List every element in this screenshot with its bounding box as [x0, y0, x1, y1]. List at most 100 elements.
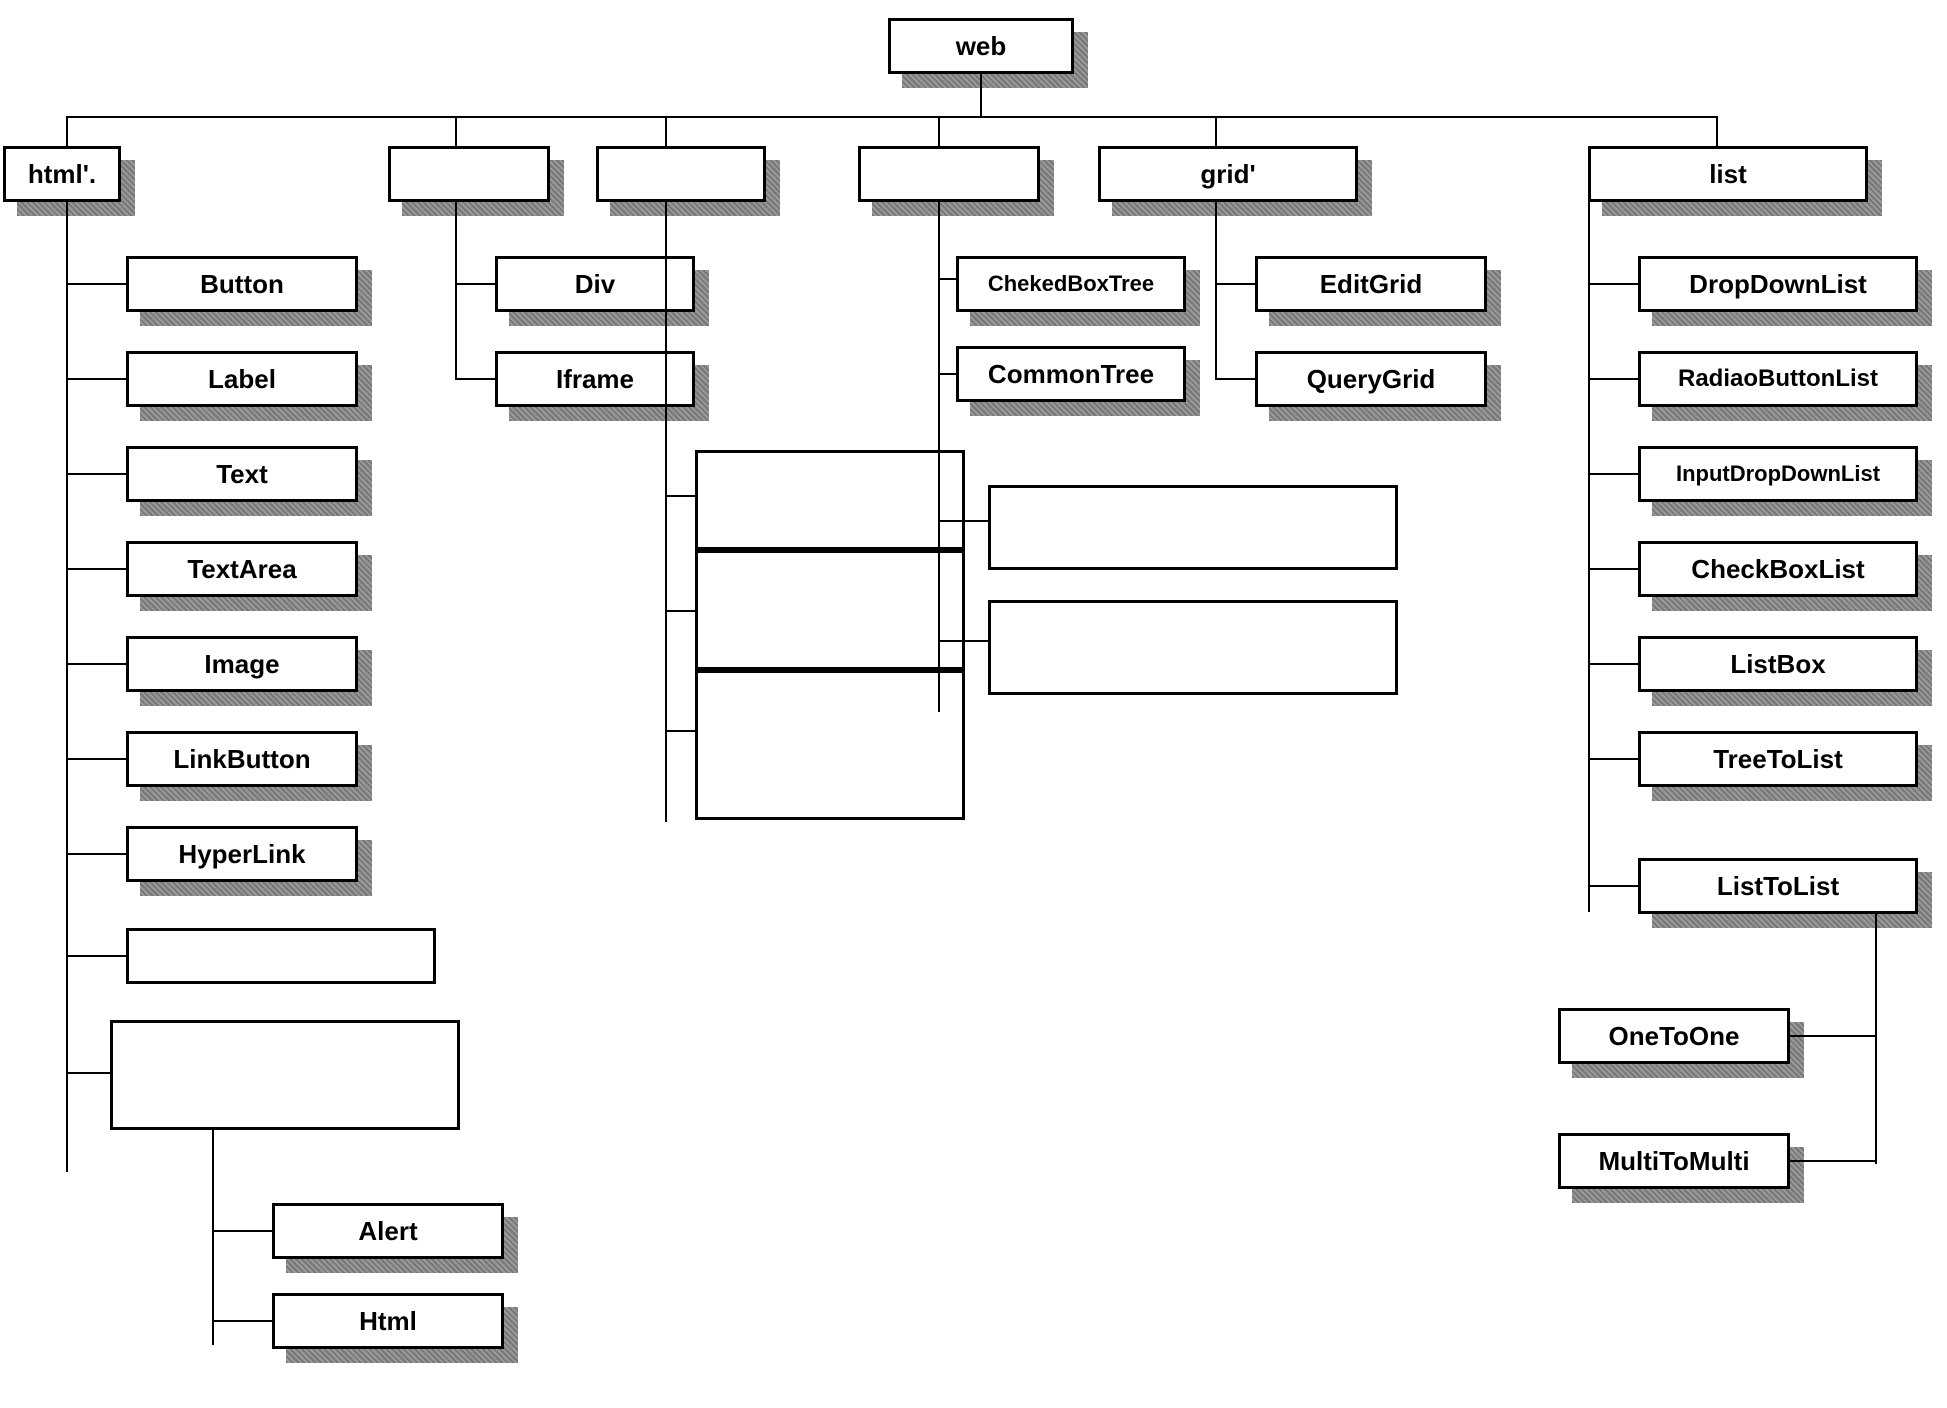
node-hyperlink: HyperLink: [126, 826, 358, 882]
label: Label: [208, 365, 276, 394]
label: CommonTree: [988, 360, 1154, 389]
connector: [665, 202, 667, 822]
connector: [66, 473, 126, 475]
connector: [938, 116, 940, 146]
connector: [66, 283, 126, 285]
node-editgrid: EditGrid: [1255, 256, 1487, 312]
node-blank2: [110, 1020, 460, 1130]
connector: [1588, 758, 1638, 760]
connector: [1790, 1035, 1876, 1037]
node-button: Button: [126, 256, 358, 312]
node-alert: Alert: [272, 1203, 504, 1259]
label: LinkButton: [173, 745, 310, 774]
node-cat3-row1: [695, 450, 965, 550]
label: HyperLink: [178, 840, 305, 869]
connector: [1716, 116, 1718, 146]
label: EditGrid: [1320, 270, 1423, 299]
node-cat4-blank1: [988, 485, 1398, 570]
connector: [1588, 568, 1638, 570]
node-linkbutton: LinkButton: [126, 731, 358, 787]
connector: [665, 116, 667, 146]
label: RadiaoButtonList: [1678, 366, 1878, 392]
node-grid: grid': [1098, 146, 1358, 202]
connector: [1875, 914, 1877, 1164]
connector: [665, 495, 695, 497]
label: Image: [204, 650, 279, 679]
node-html-label: html'.: [28, 160, 96, 189]
label: Html: [359, 1307, 417, 1336]
node-textarea: TextArea: [126, 541, 358, 597]
connector: [455, 116, 457, 146]
label: InputDropDownList: [1676, 462, 1880, 486]
connector: [665, 610, 695, 612]
connector: [980, 74, 982, 116]
connector: [938, 640, 988, 642]
connector: [66, 116, 1716, 118]
connector: [66, 663, 126, 665]
connector: [1588, 885, 1638, 887]
node-cat4: [858, 146, 1040, 202]
node-cat2: [388, 146, 550, 202]
connector: [66, 568, 126, 570]
label: DropDownList: [1689, 270, 1867, 299]
connector: [1790, 1160, 1876, 1162]
label: Div: [575, 270, 615, 299]
connector: [1588, 378, 1638, 380]
label: CheckBoxList: [1691, 555, 1864, 584]
connector: [66, 853, 126, 855]
node-grid-label: grid': [1200, 160, 1255, 189]
connector: [938, 373, 958, 375]
node-checkboxlist: CheckBoxList: [1638, 541, 1918, 597]
node-cat3-row3: [695, 670, 965, 820]
connector: [455, 202, 457, 378]
connector: [66, 378, 126, 380]
node-html-child: Html: [272, 1293, 504, 1349]
node-commontree: CommonTree: [956, 346, 1186, 402]
connector: [1588, 663, 1638, 665]
connector: [1588, 283, 1638, 285]
label: Text: [216, 460, 268, 489]
label: OneToOne: [1609, 1022, 1740, 1051]
connector: [1215, 202, 1217, 378]
connector: [212, 1130, 214, 1345]
label: Button: [200, 270, 284, 299]
node-list-label: list: [1709, 160, 1747, 189]
node-treetolist: TreeToList: [1638, 731, 1918, 787]
connector: [455, 283, 495, 285]
node-root: web: [888, 18, 1074, 74]
node-listbox: ListBox: [1638, 636, 1918, 692]
node-text: Text: [126, 446, 358, 502]
node-blank1: [126, 928, 436, 984]
label: MultiToMulti: [1598, 1147, 1749, 1176]
node-list: list: [1588, 146, 1868, 202]
node-multitomulti: MultiToMulti: [1558, 1133, 1790, 1189]
label: QueryGrid: [1307, 365, 1436, 394]
connector: [66, 116, 68, 146]
node-querygrid: QueryGrid: [1255, 351, 1487, 407]
node-image: Image: [126, 636, 358, 692]
connector: [665, 730, 695, 732]
node-chekedboxtree: ChekedBoxTree: [956, 256, 1186, 312]
label: ListBox: [1730, 650, 1825, 679]
connector: [938, 278, 958, 280]
connector: [938, 520, 988, 522]
node-root-label: web: [956, 32, 1007, 61]
label: Alert: [358, 1217, 417, 1246]
connector: [66, 955, 126, 957]
node-onetoone: OneToOne: [1558, 1008, 1790, 1064]
label: ListToList: [1717, 872, 1839, 901]
node-html: html'.: [3, 146, 121, 202]
connector: [66, 758, 126, 760]
label: ChekedBoxTree: [988, 272, 1154, 296]
connector: [455, 378, 495, 380]
connector: [66, 1072, 110, 1074]
node-radiobuttonlist: RadiaoButtonList: [1638, 351, 1918, 407]
node-cat4-blank2: [988, 600, 1398, 695]
connector: [1215, 378, 1255, 380]
connector: [212, 1320, 272, 1322]
node-label: Label: [126, 351, 358, 407]
node-dropdownlist: DropDownList: [1638, 256, 1918, 312]
connector: [1215, 283, 1255, 285]
node-listtolist: ListToList: [1638, 858, 1918, 914]
label: TreeToList: [1713, 745, 1843, 774]
